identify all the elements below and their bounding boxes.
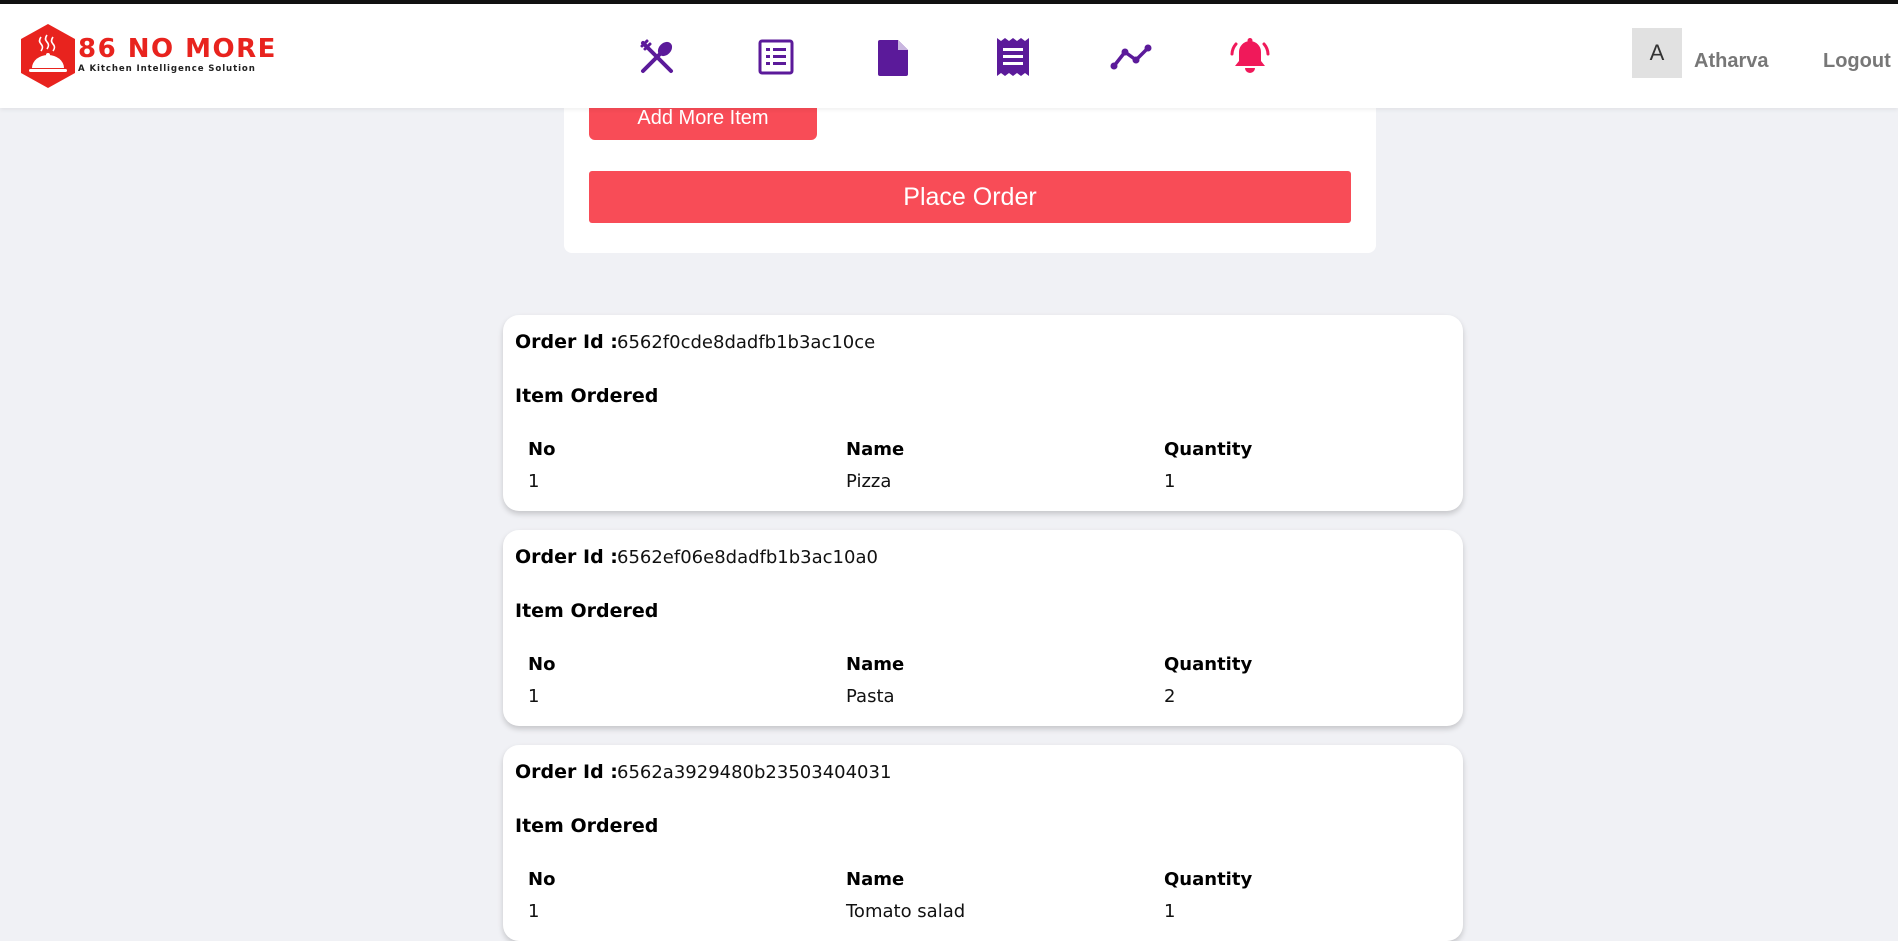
order-card: Order Id : 6562ef06e8dadfb1b3ac10a0 Item… [503, 530, 1463, 726]
receipt-icon[interactable] [992, 36, 1034, 78]
order-card: Order Id : 6562f0cde8dadfb1b3ac10ce Item… [503, 315, 1463, 511]
col-header-name: Name [846, 439, 905, 460]
col-header-name: Name [846, 869, 905, 890]
col-header-quantity: Quantity [1164, 869, 1253, 890]
item-name: Pizza [846, 471, 892, 492]
document-icon[interactable] [873, 36, 915, 78]
utensils-icon[interactable] [636, 36, 678, 78]
item-no: 1 [528, 471, 540, 492]
order-id-value: 6562ef06e8dadfb1b3ac10a0 [617, 547, 878, 568]
analytics-icon[interactable] [1110, 36, 1152, 78]
item-name: Tomato salad [846, 901, 966, 922]
item-quantity: 1 [1164, 471, 1176, 492]
user-name: Atharva [1694, 50, 1769, 72]
order-id-label: Order Id : [515, 761, 618, 783]
brand-title: 86 NO MORE [78, 34, 277, 64]
menu-list-icon[interactable] [755, 36, 797, 78]
header: 86 NO MORE A Kitchen Intelligence Soluti… [0, 4, 1898, 108]
order-id-label: Order Id : [515, 331, 618, 353]
item-ordered-heading: Item Ordered [515, 815, 659, 837]
col-header-quantity: Quantity [1164, 654, 1253, 675]
order-id-label: Order Id : [515, 546, 618, 568]
order-card: Order Id : 6562a3929480b23503404031 Item… [503, 745, 1463, 941]
item-no: 1 [528, 686, 540, 707]
col-header-quantity: Quantity [1164, 439, 1253, 460]
item-ordered-heading: Item Ordered [515, 600, 659, 622]
brand-subtitle: A Kitchen Intelligence Solution [78, 64, 256, 74]
item-name: Pasta [846, 686, 895, 707]
brand-logo[interactable]: 86 NO MORE A Kitchen Intelligence Soluti… [18, 23, 277, 89]
place-order-button[interactable]: Place Order [589, 171, 1351, 223]
logout-button[interactable]: Logout [1823, 50, 1891, 73]
col-header-no: No [528, 654, 556, 675]
item-ordered-heading: Item Ordered [515, 385, 659, 407]
col-header-no: No [528, 869, 556, 890]
col-header-no: No [528, 439, 556, 460]
order-id-value: 6562a3929480b23503404031 [617, 762, 892, 783]
notifications-bell-icon[interactable] [1229, 36, 1271, 78]
order-id-value: 6562f0cde8dadfb1b3ac10ce [617, 332, 876, 353]
item-quantity: 1 [1164, 901, 1176, 922]
item-quantity: 2 [1164, 686, 1176, 707]
cloche-logo-icon [21, 24, 75, 88]
item-no: 1 [528, 901, 540, 922]
avatar[interactable]: A [1632, 28, 1682, 78]
col-header-name: Name [846, 654, 905, 675]
